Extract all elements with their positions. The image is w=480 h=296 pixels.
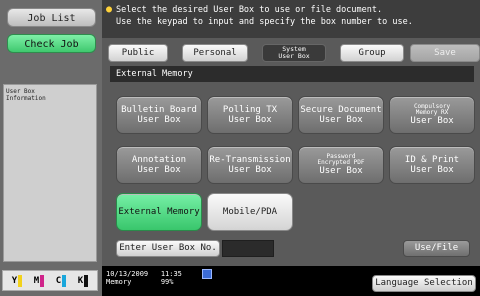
user-box-information-label: User Box Information [6,88,46,102]
memory-label: Memory [106,278,132,286]
toner-m: M [33,274,45,287]
user-box-number-field[interactable] [222,240,274,257]
polling-tx-user-box-button[interactable]: Polling TX User Box [207,96,293,134]
toner-c: C [55,274,67,287]
job-list-button[interactable]: Job List [7,8,96,27]
enter-user-box-number-button[interactable]: Enter User Box No. [116,240,220,257]
toner-y: Y [11,274,23,287]
network-status-icon [202,269,212,279]
time: 11:35 [160,270,182,278]
language-selection-button[interactable]: Language Selection [372,275,476,292]
button-line-1: Mobile/PDA [222,207,278,217]
section-title: External Memory [110,66,474,82]
left-panel: Job List Check Job User Box Information … [0,0,102,296]
toner-c-bar [62,274,67,287]
tab-system-user-box[interactable]: System User Box [262,44,326,62]
compulsory-memory-rx-user-box-button[interactable]: Compulsory Memory RX User Box [389,96,475,134]
toner-k-bar [84,274,89,287]
toner-k-letter: K [77,275,84,286]
button-line-1: External Memory [118,207,200,217]
button-line-2: User Box [410,116,454,126]
toner-k: K [77,274,89,287]
bulletin-board-user-box-button[interactable]: Bulletin Board User Box [116,96,202,134]
external-memory-button[interactable]: External Memory [116,193,202,231]
toner-levels: Y M C K [2,270,98,291]
button-line-2: User Box [319,166,363,176]
button-line-1: Annotation [131,155,187,165]
memory-value: 99% [160,278,174,286]
button-line-1: ID & Print [404,155,460,165]
button-line-1: Compulsory Memory RX [413,103,451,116]
tab-public[interactable]: Public [108,44,168,62]
user-box-information-panel[interactable]: User Box Information [3,84,97,262]
toner-y-letter: Y [11,275,18,286]
tab-group[interactable]: Group [340,44,404,62]
box-type-tabs: Public Personal System User Box Group Sa… [108,44,480,74]
toner-m-bar [40,274,45,287]
datetime-memory: 10/13/2009 11:35 Memory 99% [106,270,182,286]
re-transmission-user-box-button[interactable]: Re-Transmission User Box [207,146,293,184]
secure-document-user-box-button[interactable]: Secure Document User Box [298,96,384,134]
message-line-1: Select the desired User Box to use or fi… [116,5,383,15]
tab-save-document[interactable]: Save Document [410,44,480,74]
message-area: ● Select the desired User Box to use or … [102,0,480,38]
annotation-user-box-button[interactable]: Annotation User Box [116,146,202,184]
button-line-1: Re-Transmission [209,155,291,165]
button-line-2: User Box [228,115,272,125]
button-line-1: Secure Document [300,105,382,115]
button-line-2: User Box [228,165,272,175]
toner-m-letter: M [33,275,40,286]
button-line-2: User Box [410,165,454,175]
lightbulb-icon: ● [106,4,113,15]
use-file-button[interactable]: Use/File [403,240,470,257]
date: 10/13/2009 [106,270,149,278]
toner-y-bar [18,274,23,287]
button-line-1: Polling TX [222,105,278,115]
main-content: External Memory Bulletin Board User Box … [106,62,478,262]
toner-c-letter: C [55,275,62,286]
button-line-2: User Box [137,115,181,125]
password-encrypted-pdf-user-box-button[interactable]: Password Encrypted PDF User Box [298,146,384,184]
mobile-pda-button[interactable]: Mobile/PDA [207,193,293,231]
status-bar: 10/13/2009 11:35 Memory 99% Language Sel… [102,266,480,296]
id-and-print-user-box-button[interactable]: ID & Print User Box [389,146,475,184]
tab-personal[interactable]: Personal [182,44,248,62]
button-line-2: User Box [137,165,181,175]
button-line-1: Bulletin Board [121,105,197,115]
check-job-button[interactable]: Check Job [7,34,96,53]
button-line-2: User Box [319,115,363,125]
message-line-2: Use the keypad to input and specify the … [116,17,413,27]
button-line-1: Password Encrypted PDF [317,153,365,166]
